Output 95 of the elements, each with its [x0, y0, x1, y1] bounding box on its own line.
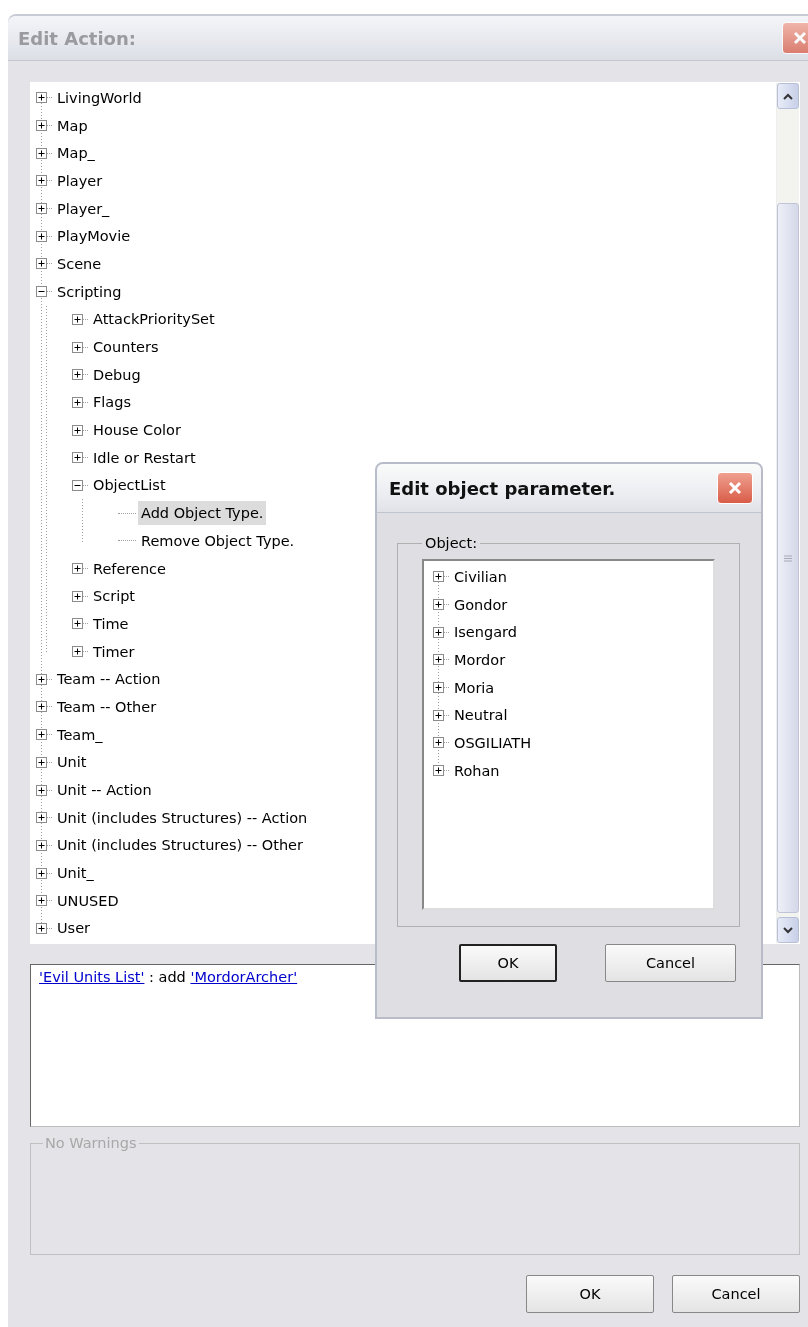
tree-item[interactable]: ObjectList	[90, 473, 169, 498]
expand-toggle-icon[interactable]	[72, 424, 83, 436]
group-label: Object:	[424, 535, 479, 551]
expand-toggle-icon[interactable]	[72, 313, 83, 325]
expand-toggle-icon[interactable]	[36, 203, 47, 215]
dialog-button[interactable]: OK	[459, 944, 557, 982]
expand-toggle-icon[interactable]	[72, 396, 83, 408]
expand-toggle-icon[interactable]	[433, 709, 444, 721]
tree-item[interactable]: Idle or Restart	[90, 445, 199, 470]
tree-item[interactable]: House Color	[90, 418, 184, 443]
expand-toggle-icon[interactable]	[72, 341, 83, 353]
tree-item[interactable]: Flags	[90, 390, 134, 415]
tree-item[interactable]: UNUSED	[54, 888, 122, 913]
tree-item[interactable]: Timer	[90, 639, 138, 664]
expand-toggle-icon[interactable]	[72, 646, 83, 658]
expand-toggle-icon[interactable]	[72, 452, 83, 464]
dialog-button[interactable]: Cancel	[605, 944, 736, 982]
tree-item[interactable]: Map	[54, 113, 91, 138]
tree-item[interactable]: Unit	[54, 750, 90, 775]
tree-item[interactable]: Counters	[90, 335, 162, 360]
expand-toggle-icon[interactable]	[36, 120, 47, 132]
tree-item[interactable]: Mordor	[451, 647, 509, 672]
tree-item[interactable]: Unit (includes Structures) -- Action	[54, 805, 311, 830]
expand-toggle-icon[interactable]	[433, 654, 444, 666]
parameter-link[interactable]: 'MordorArcher'	[190, 969, 298, 985]
expand-toggle-icon[interactable]	[72, 369, 83, 381]
collapse-toggle-icon[interactable]	[72, 479, 83, 491]
expand-toggle-icon[interactable]	[36, 92, 47, 104]
tree-item[interactable]: Civilian	[451, 564, 510, 589]
expand-toggle-icon[interactable]	[72, 590, 83, 602]
close-button[interactable]	[782, 22, 808, 54]
expand-toggle-icon[interactable]	[36, 812, 47, 824]
expand-toggle-icon[interactable]	[36, 258, 47, 270]
tree-item[interactable]: Scripting	[54, 279, 125, 304]
tree-item[interactable]: Rohan	[451, 758, 503, 783]
close-button[interactable]	[717, 472, 753, 504]
parameter-link[interactable]: 'Evil Units List'	[39, 969, 145, 985]
scroll-up-button[interactable]	[777, 83, 799, 109]
expand-toggle-icon[interactable]	[36, 729, 47, 741]
grip-icon	[784, 554, 792, 562]
tree-item[interactable]: Team -- Action	[54, 667, 164, 692]
group-label: No Warnings	[44, 1135, 138, 1151]
chevron-down-icon	[783, 926, 793, 934]
tree-item[interactable]: Add Object Type.	[138, 501, 267, 526]
tree-item[interactable]: User	[54, 916, 94, 941]
scroll-thumb[interactable]	[777, 203, 799, 913]
expand-toggle-icon[interactable]	[36, 230, 47, 242]
tree-item[interactable]: Scene	[54, 251, 105, 276]
tree-item[interactable]: Unit -- Action	[54, 778, 155, 803]
tree-item[interactable]: Map_	[54, 141, 98, 166]
tree-item[interactable]: PlayMovie	[54, 224, 134, 249]
expand-toggle-icon[interactable]	[36, 922, 47, 934]
tree-item[interactable]: Unit_	[54, 861, 97, 886]
chevron-up-icon	[783, 92, 793, 100]
tree-item[interactable]: Reference	[90, 556, 170, 581]
expand-toggle-icon[interactable]	[36, 701, 47, 713]
tree-item[interactable]: Time	[90, 611, 132, 636]
window-title: Edit Action:	[18, 27, 136, 49]
expand-toggle-icon[interactable]	[433, 599, 444, 611]
dialog-button[interactable]: Cancel	[672, 1275, 800, 1313]
tree-item[interactable]: Player	[54, 168, 106, 193]
scroll-down-button[interactable]	[777, 917, 799, 943]
expand-toggle-icon[interactable]	[433, 682, 444, 694]
tree-item[interactable]: Debug	[90, 362, 144, 387]
expand-toggle-icon[interactable]	[433, 626, 444, 638]
expand-toggle-icon[interactable]	[72, 563, 83, 575]
tree-item[interactable]: Isengard	[451, 620, 520, 645]
dialog-button[interactable]: OK	[526, 1275, 654, 1313]
tree-item[interactable]: Player_	[54, 196, 113, 221]
collapse-toggle-icon[interactable]	[36, 286, 47, 298]
dialog-title: Edit object parameter.	[389, 477, 616, 499]
expand-toggle-icon[interactable]	[36, 895, 47, 907]
expand-toggle-icon[interactable]	[72, 618, 83, 630]
tree-item[interactable]: Remove Object Type.	[138, 528, 298, 553]
expand-toggle-icon[interactable]	[36, 839, 47, 851]
expand-toggle-icon[interactable]	[36, 147, 47, 159]
tree-item[interactable]: Team -- Other	[54, 694, 160, 719]
tree-item[interactable]: OSGILIATH	[451, 730, 535, 755]
tree-item[interactable]: Gondor	[451, 592, 511, 617]
expand-toggle-icon[interactable]	[433, 571, 444, 583]
tree-item[interactable]: AttackPrioritySet	[90, 307, 218, 332]
expand-toggle-icon[interactable]	[433, 737, 444, 749]
expand-toggle-icon[interactable]	[36, 175, 47, 187]
expand-toggle-icon[interactable]	[36, 756, 47, 768]
expand-toggle-icon[interactable]	[433, 765, 444, 777]
expand-toggle-icon[interactable]	[36, 673, 47, 685]
expand-toggle-icon[interactable]	[36, 784, 47, 796]
scrollbar[interactable]	[776, 83, 799, 943]
tree-item[interactable]: Unit (includes Structures) -- Other	[54, 833, 306, 858]
tree-item[interactable]: Script	[90, 584, 139, 609]
tree-item[interactable]: Neutral	[451, 703, 511, 728]
tree-item[interactable]: Moria	[451, 675, 498, 700]
expand-toggle-icon[interactable]	[36, 867, 47, 879]
tree-item[interactable]: LivingWorld	[54, 85, 145, 110]
tree-item[interactable]: Team_	[54, 722, 106, 747]
